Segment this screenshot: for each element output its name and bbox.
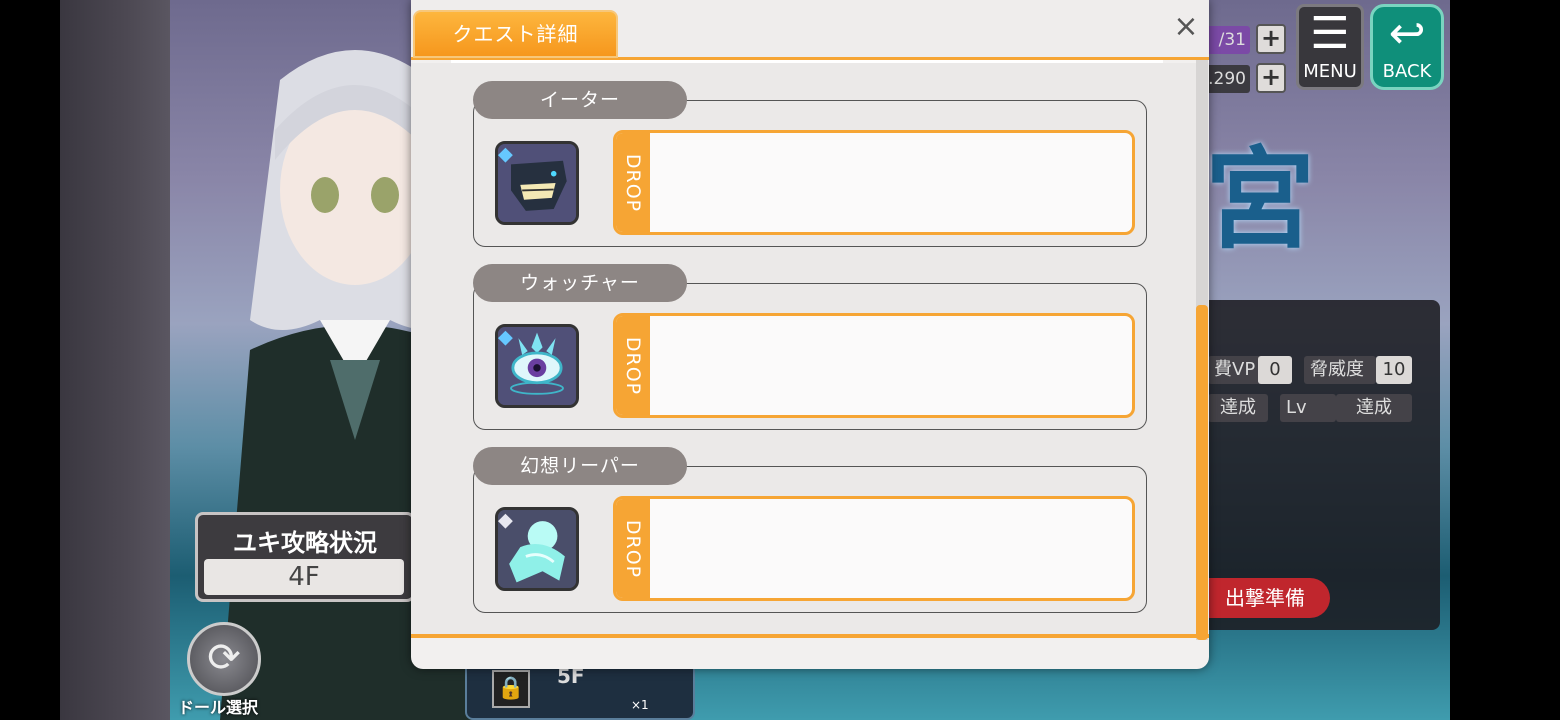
drop-tab: DROP [616,499,650,598]
level-label: Lv [1280,394,1336,422]
floor-selector[interactable]: 🔒 5F ×1 [465,660,695,720]
drop-box: DROP [613,130,1135,235]
phantom-reaper-icon[interactable] [495,507,579,591]
threat-label: 脅威度 [1304,356,1376,384]
eater-monster-icon[interactable] [495,141,579,225]
scrollbar[interactable] [1196,60,1208,640]
dialog-footer-line [411,634,1209,638]
menu-label: MENU [1303,61,1357,82]
dialog-title-tab: クエスト詳細 [413,10,618,58]
quest-detail-dialog: クエスト詳細 × イーター DROP ウォッチャー DROP 幻想リーパー DR… [411,0,1209,669]
enemy-name: ウォッチャー [473,264,687,302]
title-logo: 宮 [1205,136,1315,264]
watcher-eye-icon[interactable] [495,324,579,408]
add-currency-button[interactable]: + [1256,63,1286,93]
enemy-entry: ウォッチャー DROP [473,264,1147,430]
enemy-list[interactable]: イーター DROP ウォッチャー DROP 幻想リーパー DROP [411,63,1209,638]
drop-label: DROP [622,519,644,578]
back-arrow-icon: ↩ [1388,8,1426,59]
menu-button[interactable]: ☰ MENU [1296,4,1364,90]
capture-status-panel: ユキ攻略状況 4F [195,512,415,602]
game-screen: ユキ攻略状況 4F ⟳ ドール選択 🔒 5F ×1 /31 + .290 + ☰… [0,0,1560,720]
floor-count: ×1 [631,698,649,712]
achievement-1: 達成 [1208,394,1268,422]
sortie-prepare-button[interactable]: 出撃準備 [1200,578,1330,618]
hamburger-icon: ☰ [1310,8,1350,59]
close-icon[interactable]: × [1171,12,1201,42]
drop-box: DROP [613,496,1135,601]
enemy-entry: イーター DROP [473,81,1147,247]
drop-tab: DROP [616,133,650,232]
drop-label: DROP [622,336,644,395]
enemy-entry: 幻想リーパー DROP [473,447,1147,613]
left-pillar [60,0,170,720]
add-stamina-button[interactable]: + [1256,24,1286,54]
capture-status-value: 4F [204,559,404,595]
scrollbar-thumb[interactable] [1196,305,1208,640]
achievement-2: 達成 [1336,394,1412,422]
letterbox-right [1450,0,1560,720]
capture-status-title: ユキ攻略状況 [233,529,377,557]
drop-tab: DROP [616,316,650,415]
vp-value: 0 [1258,356,1292,384]
enemy-name: 幻想リーパー [473,447,687,485]
enemy-name: イーター [473,81,687,119]
back-button[interactable]: ↩ BACK [1370,4,1444,90]
threat-value: 10 [1376,356,1412,384]
dialog-header: クエスト詳細 × [411,0,1209,60]
lock-icon: 🔒 [492,670,530,708]
letterbox-left [0,0,60,720]
back-label: BACK [1382,61,1432,82]
resource-bar: /31 + .290 + [1200,8,1290,93]
refresh-icon[interactable]: ⟳ [187,622,261,696]
drop-box: DROP [613,313,1135,418]
drop-label: DROP [622,153,644,212]
doll-select-label[interactable]: ドール選択 [178,694,258,718]
